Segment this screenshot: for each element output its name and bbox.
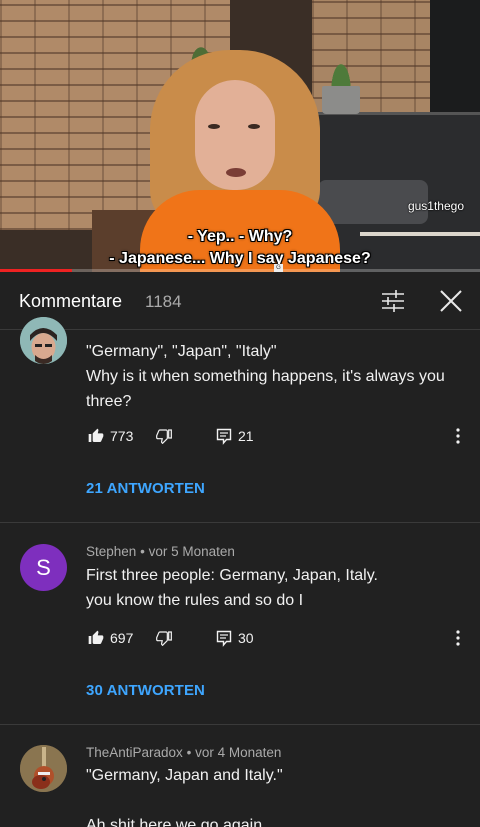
comments-title: Kommentare	[19, 291, 123, 311]
close-icon	[440, 290, 462, 312]
more-options-button[interactable]	[450, 625, 466, 651]
view-replies-link[interactable]: 30 ANTWORTEN	[86, 682, 205, 699]
dislike-button[interactable]	[156, 625, 172, 651]
comment-text: "Germany", "Japan", "Italy" Why is it wh…	[86, 339, 471, 414]
avatar-photo-man-icon	[20, 317, 67, 364]
like-button[interactable]: 773	[88, 423, 133, 449]
mouth	[226, 168, 246, 177]
reply-comment-icon	[216, 630, 232, 647]
sliders-icon	[382, 290, 404, 312]
reply-button[interactable]: 30	[216, 625, 254, 651]
more-vert-icon	[456, 428, 460, 444]
avatar[interactable]: S	[20, 544, 67, 591]
video-player[interactable]: gus1thego - Yep.. - Why? - Japanese... W…	[0, 0, 480, 272]
comments-header: Kommentare 1184	[0, 272, 480, 330]
right-eye	[248, 124, 260, 129]
comment-line: Why is it when something happens, it's a…	[86, 368, 445, 385]
reply-comment-icon	[216, 428, 232, 445]
comment-text: "Germany, Japan and Italy." Ah shit here…	[86, 763, 471, 827]
meta-separator: •	[186, 745, 192, 760]
reply-count: 30	[238, 630, 254, 646]
close-button[interactable]	[437, 287, 465, 315]
comment-meta: Stephen • vor 5 Monaten	[86, 544, 235, 559]
video-watermark: gus1thego	[407, 199, 464, 213]
comment-actions: 773 21	[86, 423, 476, 449]
scrubber-handle[interactable]: G	[274, 264, 283, 272]
comment-time: vor 5 Monaten	[148, 544, 235, 559]
view-replies-link[interactable]: 21 ANTWORTEN	[86, 480, 205, 497]
like-count: 773	[110, 428, 134, 444]
sort-filter-button[interactable]	[379, 288, 407, 314]
avatar[interactable]	[20, 745, 67, 792]
comments-count: 1184	[145, 292, 182, 311]
comment-text: First three people: Germany, Japan, Ital…	[86, 563, 471, 613]
more-options-button[interactable]	[450, 423, 466, 449]
comment-author[interactable]: TheAntiParadox	[86, 745, 183, 760]
comment-meta: TheAntiParadox • vor 4 Monaten	[86, 745, 281, 760]
comment-line: you know the rules and so do I	[86, 592, 304, 609]
reply-button[interactable]: 21	[216, 423, 254, 449]
more-vert-icon	[456, 630, 460, 646]
comment-3: TheAntiParadox • vor 4 Monaten "Germany,…	[0, 725, 480, 827]
comment-1: "Germany", "Japan", "Italy" Why is it wh…	[0, 317, 480, 523]
comment-author[interactable]: Stephen	[86, 544, 136, 559]
reply-count: 21	[238, 428, 254, 444]
comment-line: Ah shit here we go again	[86, 817, 263, 827]
video-subtitles: - Yep.. - Why? - Japanese... Why I say J…	[0, 226, 480, 270]
comment-2: S Stephen • vor 5 Monaten First three pe…	[0, 523, 480, 724]
like-count: 697	[110, 630, 134, 646]
avatar[interactable]	[20, 317, 67, 364]
subtitle-line-1: - Yep.. - Why?	[187, 228, 293, 245]
comment-line: "Germany", "Japan", "Italy"	[86, 343, 277, 360]
comment-time: vor 4 Monaten	[195, 745, 282, 760]
thumb-up-icon	[88, 630, 104, 644]
thumb-up-icon	[88, 428, 104, 442]
comment-line: three?	[86, 393, 132, 410]
left-eye	[208, 124, 220, 129]
comment-line: "Germany, Japan and Italy."	[86, 767, 283, 784]
subtitle-line-2: - Japanese... Why I say Japanese?	[109, 250, 371, 267]
dislike-button[interactable]	[156, 423, 172, 449]
meta-separator: •	[140, 544, 145, 559]
thumb-down-icon	[156, 429, 172, 444]
thumb-down-icon	[156, 631, 172, 646]
like-button[interactable]: 697	[88, 625, 133, 651]
guitar-avatar-icon	[20, 745, 67, 792]
comment-line: First three people: Germany, Japan, Ital…	[86, 567, 378, 584]
avatar-letter: S	[36, 554, 51, 580]
comment-actions: 697 30	[86, 625, 476, 651]
